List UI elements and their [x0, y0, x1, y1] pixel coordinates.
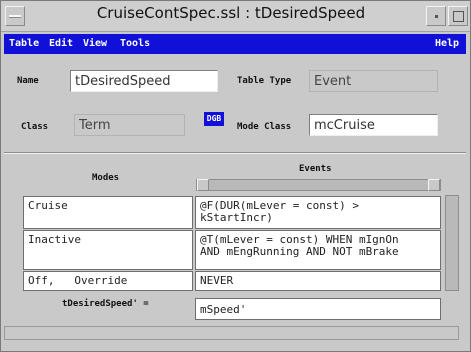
mode-class-field[interactable]: mcCruise	[309, 114, 438, 136]
window: CruiseContSpec.ssl : tDesiredSpeed Table…	[0, 0, 471, 352]
class-field: Term	[74, 114, 185, 136]
menu-view[interactable]: View	[83, 38, 107, 49]
menu-help[interactable]: Help	[435, 38, 459, 49]
event-cell[interactable]: @F(DUR(mLever = const) > kStartIncr)	[195, 196, 441, 229]
mode-cell[interactable]: Cruise	[23, 196, 193, 229]
menu-tools[interactable]: Tools	[120, 38, 150, 49]
events-header: Events	[299, 164, 332, 174]
events-vertical-scrollbar[interactable]	[445, 195, 459, 291]
mode-cell[interactable]: Off, Override	[23, 271, 193, 291]
title-bar[interactable]: CruiseContSpec.ssl : tDesiredSpeed	[1, 1, 470, 32]
menu-table[interactable]: Table	[9, 38, 39, 49]
window-title: CruiseContSpec.ssl : tDesiredSpeed	[96, 4, 366, 22]
maximize-icon	[453, 11, 464, 22]
mode-class-label: Mode Class	[237, 122, 292, 132]
window-menu-button[interactable]	[5, 6, 25, 26]
result-cell[interactable]: mSpeed'	[195, 298, 441, 320]
scroll-left-button[interactable]	[197, 179, 209, 191]
name-label: Name	[17, 76, 39, 86]
table-type-field: Event	[309, 70, 438, 92]
mode-cell[interactable]: Inactive	[23, 230, 193, 270]
minimize-icon	[435, 15, 438, 18]
dgb-badge[interactable]: DGB	[204, 112, 224, 126]
maximize-button[interactable]	[448, 6, 468, 26]
menu-bar: Table Edit View Tools Help	[4, 34, 466, 54]
divider	[4, 152, 466, 154]
event-cell[interactable]: @T(mLever = const) WHEN mIgnOn AND mEngR…	[195, 230, 441, 270]
modes-header: Modes	[92, 173, 120, 183]
menu-edit[interactable]: Edit	[49, 38, 73, 49]
class-label: Class	[21, 122, 49, 132]
table-type-label: Table Type	[237, 76, 292, 86]
events-horizontal-scrollbar[interactable]	[196, 179, 441, 191]
status-scrollbar	[4, 326, 459, 340]
name-field[interactable]: tDesiredSpeed	[70, 70, 218, 92]
scroll-right-button[interactable]	[428, 179, 440, 191]
event-cell[interactable]: NEVER	[195, 271, 441, 291]
minimize-button[interactable]	[426, 6, 446, 26]
minus-icon	[9, 15, 21, 18]
result-label: tDesiredSpeed' =	[62, 299, 149, 309]
